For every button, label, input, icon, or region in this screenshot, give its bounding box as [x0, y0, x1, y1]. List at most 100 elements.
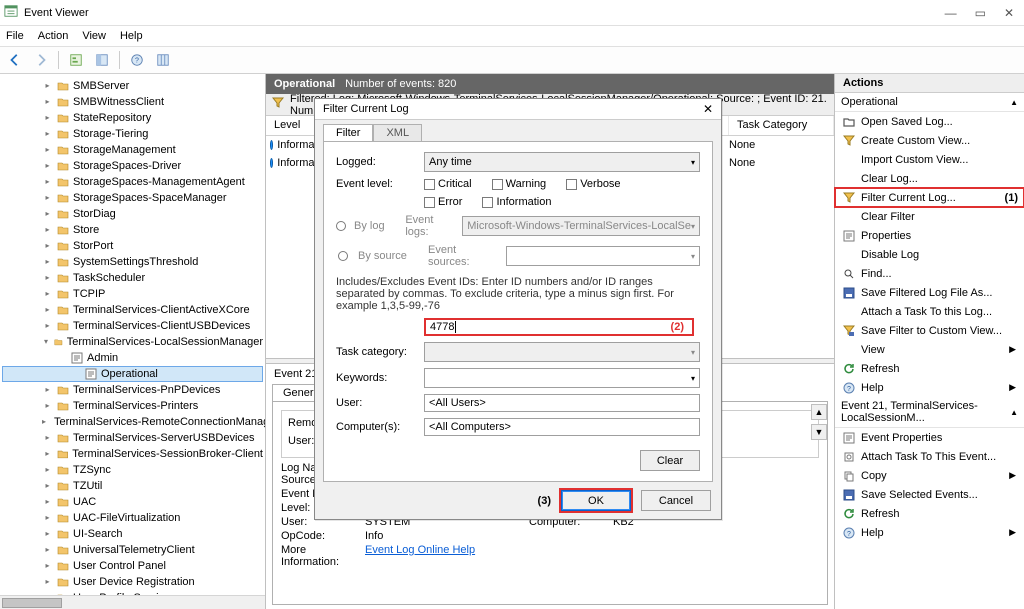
event-id-input[interactable]: 4778(2): [424, 318, 694, 336]
svg-text:?: ?: [135, 58, 139, 65]
tree-item[interactable]: ▾TerminalServices-LocalSessionManager: [2, 334, 263, 350]
action-item[interactable]: Filter Current Log...(1): [835, 188, 1024, 207]
action-item[interactable]: Disable Log: [835, 245, 1024, 264]
dialog-tab-filter[interactable]: Filter: [323, 124, 373, 141]
tree-item[interactable]: ▸StorageManagement: [2, 142, 263, 158]
actions-header: Actions: [835, 74, 1024, 93]
action-item[interactable]: Clear Log...: [835, 169, 1024, 188]
tree-item[interactable]: ▸UAC-FileVirtualization: [2, 510, 263, 526]
clear-button[interactable]: Clear: [640, 450, 700, 471]
tree-item[interactable]: ▸TerminalServices-Printers: [2, 398, 263, 414]
user-input[interactable]: <All Users>: [424, 394, 700, 412]
tree-item[interactable]: ▸TZSync: [2, 462, 263, 478]
tree-item[interactable]: ▸StorageSpaces-SpaceManager: [2, 190, 263, 206]
tree-item[interactable]: ▸StorageSpaces-Driver: [2, 158, 263, 174]
action-item[interactable]: Attach a Task To this Log...: [835, 302, 1024, 321]
online-help-link[interactable]: Event Log Online Help: [365, 544, 525, 568]
cancel-button[interactable]: Cancel: [641, 490, 711, 511]
maximize-icon[interactable]: ▭: [975, 6, 986, 20]
action-item[interactable]: Import Custom View...: [835, 150, 1024, 169]
actions-group-event[interactable]: Event 21, TerminalServices-LocalSessionM…: [835, 397, 1024, 428]
tree-item[interactable]: ▸SMBWitnessClient: [2, 94, 263, 110]
action-item[interactable]: Properties: [835, 226, 1024, 245]
tree-item[interactable]: ▸StorageSpaces-ManagementAgent: [2, 174, 263, 190]
action-item[interactable]: Save Selected Events...: [835, 485, 1024, 504]
dialog-title: Filter Current Log: [323, 103, 409, 115]
tree-item[interactable]: ▸TCPIP: [2, 286, 263, 302]
action-item[interactable]: Create Custom View...: [835, 131, 1024, 150]
tree-item[interactable]: ▸UI-Search: [2, 526, 263, 542]
level-warning-checkbox[interactable]: Warning: [492, 178, 547, 190]
bysource-radio: By source: [358, 250, 420, 262]
tree-item[interactable]: ▸StorPort: [2, 238, 263, 254]
dialog-close-icon[interactable]: ✕: [703, 102, 713, 116]
event-logs-combobox: Microsoft-Windows-TerminalServices-Local…: [462, 216, 700, 236]
tree-item[interactable]: ▸TZUtil: [2, 478, 263, 494]
level-verbose-checkbox[interactable]: Verbose: [566, 178, 620, 190]
tree-item[interactable]: ▸TaskScheduler: [2, 270, 263, 286]
horizontal-scrollbar[interactable]: [0, 595, 265, 609]
level-information-checkbox[interactable]: Information: [482, 196, 551, 208]
tree-item[interactable]: ▸SystemSettingsThreshold: [2, 254, 263, 270]
tree-item[interactable]: ▸StateRepository: [2, 110, 263, 126]
tree-item[interactable]: ▸UAC: [2, 494, 263, 510]
tree-item[interactable]: ▸User Control Panel: [2, 558, 263, 574]
action-item[interactable]: ?Help▶: [835, 378, 1024, 397]
filter-icon: [272, 97, 284, 112]
action-item[interactable]: Event Properties: [835, 428, 1024, 447]
preview-pane-button[interactable]: [91, 49, 113, 71]
action-item[interactable]: Refresh: [835, 504, 1024, 523]
tree-item[interactable]: ▸StorDiag: [2, 206, 263, 222]
action-item[interactable]: Attach Task To This Event...: [835, 447, 1024, 466]
ok-button[interactable]: OK: [561, 490, 631, 511]
action-item[interactable]: Refresh: [835, 359, 1024, 378]
tree-item[interactable]: ▸User Device Registration: [2, 574, 263, 590]
tree-item[interactable]: ▸TerminalServices-ClientActiveXCore: [2, 302, 263, 318]
svg-text:?: ?: [847, 531, 851, 538]
forward-button[interactable]: [30, 49, 52, 71]
help-button[interactable]: ?: [126, 49, 148, 71]
app-icon: [4, 4, 18, 21]
tree-item[interactable]: ▸TerminalServices-SessionBroker-Client: [2, 446, 263, 462]
logged-combobox[interactable]: Any time▾: [424, 152, 700, 172]
minimize-icon[interactable]: —: [945, 6, 957, 20]
action-item[interactable]: Open Saved Log...: [835, 112, 1024, 131]
action-item[interactable]: View▶: [835, 340, 1024, 359]
tree-item[interactable]: Admin: [2, 350, 263, 366]
tree-item[interactable]: ▸UniversalTelemetryClient: [2, 542, 263, 558]
level-error-checkbox[interactable]: Error: [424, 196, 462, 208]
tree-item[interactable]: ▸SMBServer: [2, 78, 263, 94]
app-title: Event Viewer: [24, 7, 945, 19]
action-item[interactable]: ?Help▶: [835, 523, 1024, 542]
tree-item[interactable]: ▸TerminalServices-ClientUSBDevices: [2, 318, 263, 334]
tree-item[interactable]: ▸TerminalServices-PnPDevices: [2, 382, 263, 398]
svg-text:?: ?: [847, 386, 851, 393]
tree-item[interactable]: ▸TerminalServices-ServerUSBDevices: [2, 430, 263, 446]
level-critical-checkbox[interactable]: Critical: [424, 178, 472, 190]
action-item[interactable]: Clear Filter: [835, 207, 1024, 226]
keywords-combobox[interactable]: ▾: [424, 368, 700, 388]
dialog-tab-xml[interactable]: XML: [373, 124, 422, 141]
columns-button[interactable]: [152, 49, 174, 71]
action-item[interactable]: Find...: [835, 264, 1024, 283]
event-sources-combobox[interactable]: ▾: [506, 246, 700, 266]
action-item[interactable]: Copy▶: [835, 466, 1024, 485]
menu-file[interactable]: File: [6, 30, 24, 42]
navigation-tree[interactable]: ▸SMBServer▸SMBWitnessClient▸StateReposit…: [0, 74, 266, 609]
tree-item[interactable]: ▸Store: [2, 222, 263, 238]
close-icon[interactable]: ✕: [1004, 6, 1014, 20]
details-scroll[interactable]: ▲▼: [811, 404, 827, 440]
computers-input[interactable]: <All Computers>: [424, 418, 700, 436]
action-item[interactable]: Save Filter to Custom View...: [835, 321, 1024, 340]
menu-view[interactable]: View: [82, 30, 106, 42]
tree-item[interactable]: ▸TerminalServices-RemoteConnectionManage…: [2, 414, 263, 430]
action-item[interactable]: Save Filtered Log File As...: [835, 283, 1024, 302]
tree-item[interactable]: Operational: [2, 366, 263, 382]
tree-item[interactable]: ▸Storage-Tiering: [2, 126, 263, 142]
back-button[interactable]: [4, 49, 26, 71]
log-header: Operational Number of events: 820: [266, 74, 834, 94]
actions-group-operational[interactable]: Operational▲: [835, 93, 1024, 112]
menu-action[interactable]: Action: [38, 30, 69, 42]
show-tree-button[interactable]: [65, 49, 87, 71]
menu-help[interactable]: Help: [120, 30, 143, 42]
